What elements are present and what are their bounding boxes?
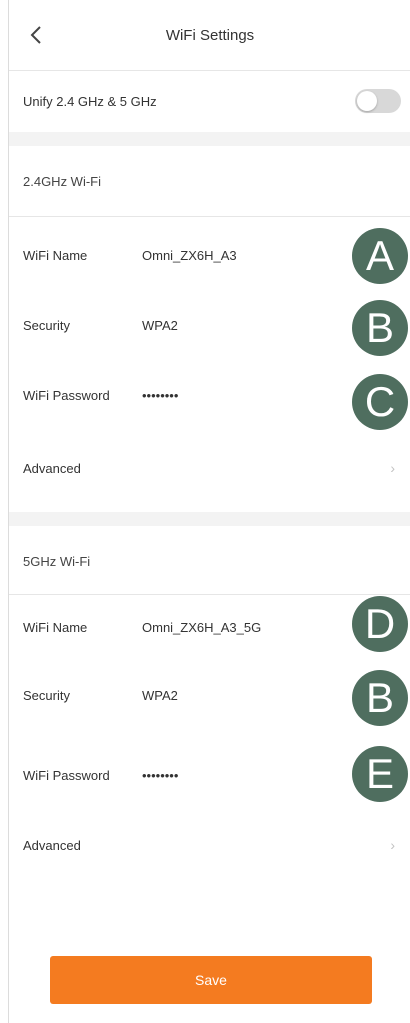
annotation-badge-e: E bbox=[352, 746, 408, 802]
chevron-right-icon: › bbox=[390, 837, 395, 853]
advanced-label: Advanced bbox=[23, 460, 81, 476]
annotation-badge-d: D bbox=[352, 596, 408, 652]
annotation-badge-a: A bbox=[352, 228, 408, 284]
header-bar: WiFi Settings bbox=[9, 0, 410, 71]
chevron-right-icon: › bbox=[390, 460, 395, 476]
security-label: Security bbox=[23, 317, 70, 333]
password-value: •••••••• bbox=[142, 767, 179, 783]
annotation-badge-b: B bbox=[352, 300, 408, 356]
page-title: WiFi Settings bbox=[165, 26, 255, 44]
password-row-5ghz[interactable]: WiFi Password •••••••• bbox=[9, 740, 410, 810]
divider bbox=[9, 216, 410, 217]
section-header-24ghz: 2.4GHz Wi-Fi bbox=[9, 146, 410, 216]
section-title-24ghz: 2.4GHz Wi-Fi bbox=[23, 173, 101, 189]
wifi-name-label: WiFi Name bbox=[23, 619, 88, 635]
security-row-5ghz[interactable]: Security WPA2 bbox=[9, 660, 410, 730]
toggle-knob bbox=[357, 91, 377, 111]
unify-label: Unify 2.4 GHz & 5 GHz bbox=[23, 93, 157, 109]
advanced-row-5ghz[interactable]: Advanced › bbox=[9, 810, 410, 880]
unify-toggle[interactable] bbox=[355, 89, 401, 113]
security-label: Security bbox=[23, 687, 70, 703]
wifi-name-value: Omni_ZX6H_A3 bbox=[142, 247, 237, 263]
section-gap bbox=[9, 512, 410, 526]
wifi-name-value: Omni_ZX6H_A3_5G bbox=[142, 619, 262, 635]
password-label: WiFi Password bbox=[23, 387, 110, 403]
save-button[interactable]: Save bbox=[50, 956, 372, 1004]
wifi-name-label: WiFi Name bbox=[23, 247, 88, 263]
annotation-badge-c: C bbox=[352, 374, 408, 430]
advanced-row-24ghz[interactable]: Advanced › bbox=[9, 433, 410, 503]
annotation-badge-b: B bbox=[352, 670, 408, 726]
password-label: WiFi Password bbox=[23, 767, 110, 783]
security-value: WPA2 bbox=[142, 317, 178, 333]
unify-row: Unify 2.4 GHz & 5 GHz bbox=[9, 70, 410, 132]
settings-screen: WiFi Settings Unify 2.4 GHz & 5 GHz 2.4G… bbox=[8, 0, 410, 1023]
advanced-label: Advanced bbox=[23, 837, 81, 853]
chevron-left-icon bbox=[30, 26, 41, 44]
wifi-name-row-5ghz[interactable]: WiFi Name Omni_ZX6H_A3_5G bbox=[9, 592, 410, 662]
security-row-24ghz[interactable]: Security WPA2 bbox=[9, 290, 410, 360]
password-value: •••••••• bbox=[142, 387, 179, 403]
section-header-5ghz: 5GHz Wi-Fi bbox=[9, 526, 410, 596]
wifi-name-row-24ghz[interactable]: WiFi Name Omni_ZX6H_A3 bbox=[9, 220, 410, 290]
section-title-5ghz: 5GHz Wi-Fi bbox=[23, 553, 91, 569]
password-row-24ghz[interactable]: WiFi Password •••••••• bbox=[9, 360, 410, 430]
back-button[interactable] bbox=[23, 22, 49, 48]
section-gap bbox=[9, 132, 410, 146]
security-value: WPA2 bbox=[142, 687, 178, 703]
